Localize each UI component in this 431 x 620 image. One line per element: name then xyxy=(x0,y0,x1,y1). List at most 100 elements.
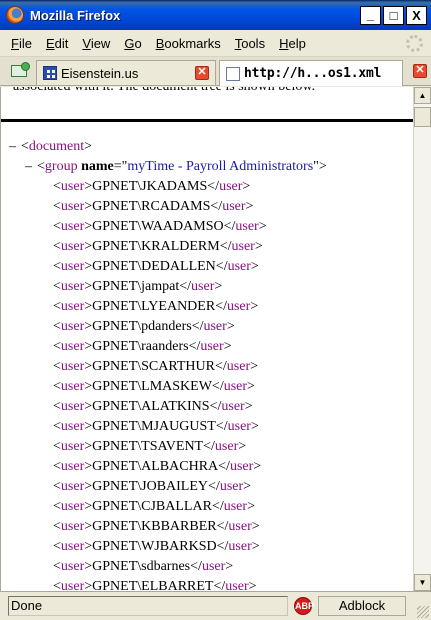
user-close-tag: user xyxy=(201,559,226,574)
user-open-tag: user xyxy=(60,479,85,494)
adblock-icon[interactable]: ABP xyxy=(294,597,314,615)
user-value: GPNET\TSAVENT xyxy=(92,439,204,454)
user-line: <user>GPNET\SCARTHUR</user> xyxy=(53,359,259,374)
user-open-tag: user xyxy=(60,519,85,534)
resize-grip-icon[interactable] xyxy=(417,606,429,618)
new-tab-icon xyxy=(11,62,30,77)
throbber-icon xyxy=(406,35,423,52)
user-close-tag: user xyxy=(191,279,215,294)
user-open-tag: user xyxy=(60,419,85,434)
user-close-tag: user xyxy=(225,579,249,591)
user-open-tag: user xyxy=(60,279,85,294)
user-line: <user>GPNET\RCADAMS</user> xyxy=(53,199,254,214)
user-open-tag: user xyxy=(60,199,85,214)
menu-edit[interactable]: Edit xyxy=(39,36,75,51)
status-text: Done xyxy=(8,596,288,616)
user-line: <user>GPNET\MJAUGUST</user> xyxy=(53,419,259,434)
menu-file[interactable]: File xyxy=(4,36,39,51)
user-value: GPNET\WAADAMSO xyxy=(92,219,224,234)
user-close-tag: user xyxy=(221,399,245,414)
user-open-tag: user xyxy=(60,499,85,514)
user-open-tag: user xyxy=(60,579,85,591)
menu-view-label: iew xyxy=(90,35,111,51)
collapse-toggle[interactable]: – xyxy=(9,137,21,157)
group-attr-value: myTime - Payroll Administrators xyxy=(127,159,314,174)
user-open-tag: user xyxy=(60,539,85,554)
user-line: <user>GPNET\KRALDERM</user> xyxy=(53,239,263,254)
user-value: GPNET\LYEANDER xyxy=(92,299,216,314)
window-title: Mozilla Firefox xyxy=(30,7,121,23)
menu-file-accel: F xyxy=(11,35,19,51)
user-line: <user>GPNET\pdanders</user> xyxy=(53,319,235,334)
menu-bookmarks[interactable]: Bookmarks xyxy=(149,36,228,51)
menu-bookmarks-label: ookmarks xyxy=(164,35,221,51)
user-close-tag: user xyxy=(229,459,254,474)
user-close-tag: user xyxy=(226,299,251,314)
user-line: <user>GPNET\sdbarnes</user> xyxy=(53,559,234,574)
tab-bar: Eisenstein.us ✕ http://h...os1.xml ✕ xyxy=(0,57,431,86)
user-close-tag: user xyxy=(228,519,252,534)
xml-tree: – <document> – <group name="myTime - Payro… xyxy=(1,137,327,591)
user-close-tag: user xyxy=(219,479,244,494)
tab-close-icon[interactable]: ✕ xyxy=(195,66,209,80)
menu-view-accel: V xyxy=(82,35,91,51)
user-line: <user>GPNET\DEDALLEN</user> xyxy=(53,259,259,274)
user-value: GPNET\JOBAILEY xyxy=(92,479,209,494)
user-value: GPNET\sdbarnes xyxy=(92,559,191,574)
close-tab-icon[interactable]: ✕ xyxy=(413,64,427,78)
user-line: <user>GPNET\ALBACHRA</user> xyxy=(53,459,262,474)
new-tab-button[interactable] xyxy=(8,62,30,80)
menu-help[interactable]: Help xyxy=(272,36,313,51)
user-open-tag: user xyxy=(60,379,85,394)
user-open-tag: user xyxy=(60,179,85,194)
user-value: GPNET\SCARTHUR xyxy=(92,359,215,374)
user-value: GPNET\JKADAMS xyxy=(92,179,208,194)
user-line: <user>GPNET\WJBARKSD</user> xyxy=(53,539,260,554)
user-value: GPNET\raanders xyxy=(92,339,189,354)
user-open-tag: user xyxy=(60,219,85,234)
menu-edit-label: dit xyxy=(54,35,69,51)
menu-tools[interactable]: Tools xyxy=(228,36,272,51)
collapse-toggle[interactable]: – xyxy=(25,157,37,177)
user-close-tag: user xyxy=(223,499,248,514)
grid-favicon-icon xyxy=(43,66,57,80)
scroll-thumb[interactable] xyxy=(414,107,431,127)
user-line: <user>GPNET\JOBAILEY</user> xyxy=(53,479,252,494)
menu-edit-accel: E xyxy=(45,35,55,51)
adblock-button[interactable]: Adblock xyxy=(318,596,406,616)
user-close-tag: user xyxy=(231,239,255,254)
user-value: GPNET\MJAUGUST xyxy=(92,419,216,434)
user-open-tag: user xyxy=(60,339,85,354)
scroll-down-button[interactable]: ▼ xyxy=(414,574,431,591)
minimize-button[interactable]: _ xyxy=(360,6,381,25)
user-value: GPNET\DEDALLEN xyxy=(92,259,216,274)
user-line: <user>GPNET\ELBARRET</user> xyxy=(1,577,327,591)
vertical-scrollbar[interactable]: ▲ ▼ xyxy=(413,87,431,591)
page-content[interactable]: associated with it. The document tree is… xyxy=(0,87,413,591)
user-line: <user>GPNET\KBBARBER</user> xyxy=(53,519,260,534)
tab-eisenstein[interactable]: Eisenstein.us ✕ xyxy=(36,60,216,85)
menu-go-label: o xyxy=(134,35,142,51)
user-value: GPNET\pdanders xyxy=(92,319,192,334)
menu-view[interactable]: View xyxy=(75,36,117,51)
user-value: GPNET\KBBARBER xyxy=(92,519,217,534)
maximize-button[interactable]: □ xyxy=(383,6,404,25)
user-open-tag: user xyxy=(60,399,85,414)
menu-tools-label: ools xyxy=(241,35,266,51)
horizontal-rule xyxy=(1,119,413,122)
user-close-tag: user xyxy=(235,219,259,234)
close-button[interactable]: X xyxy=(406,6,427,25)
scroll-up-button[interactable]: ▲ xyxy=(414,87,431,104)
user-line: <user>GPNET\JKADAMS</user> xyxy=(53,179,251,194)
menu-go[interactable]: Go xyxy=(117,36,148,51)
user-open-tag: user xyxy=(60,319,85,334)
menu-help-label: elp xyxy=(288,35,306,51)
user-line: <user>GPNET\LMASKEW</user> xyxy=(53,379,255,394)
window-controls: _ □ X xyxy=(360,6,427,25)
user-close-tag: user xyxy=(227,419,251,434)
user-close-tag: user xyxy=(222,199,246,214)
user-line: <user>GPNET\WAADAMSO</user> xyxy=(53,219,267,234)
tab-xml[interactable]: http://h...os1.xml xyxy=(219,60,403,86)
title-bar[interactable]: Mozilla Firefox _ □ X xyxy=(0,0,431,30)
user-value: GPNET\CJBALLAR xyxy=(92,499,212,514)
